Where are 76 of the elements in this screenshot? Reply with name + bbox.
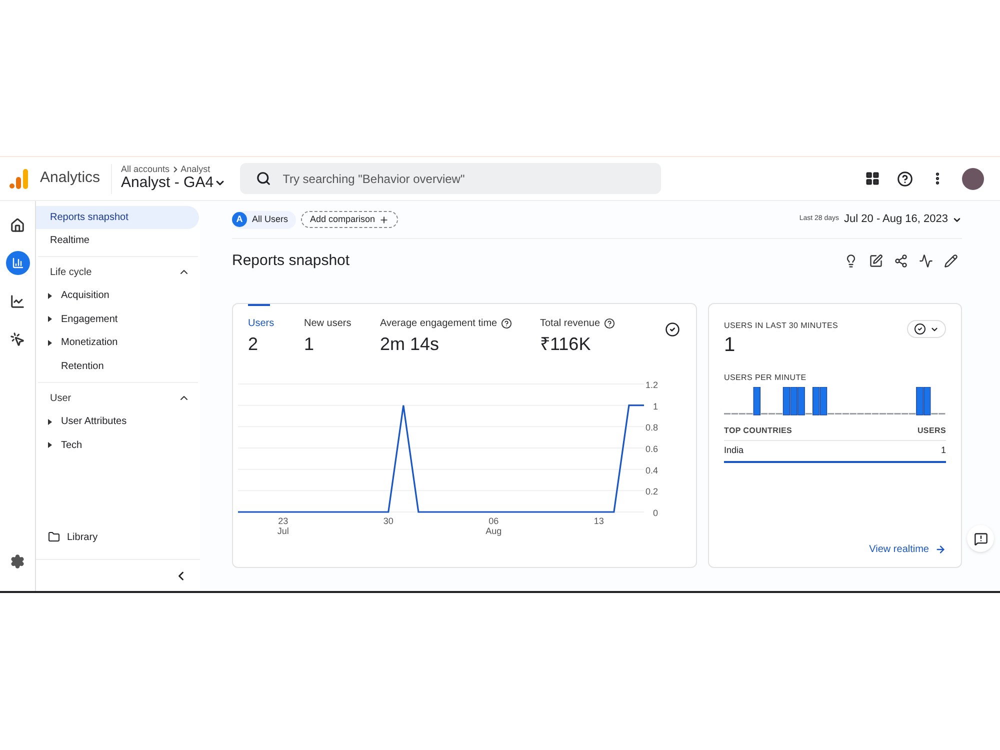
help-icon[interactable] bbox=[604, 318, 616, 329]
pencil-icon[interactable] bbox=[944, 254, 958, 268]
home-icon bbox=[10, 218, 25, 232]
check-circle-icon[interactable] bbox=[665, 322, 680, 337]
column-header: TOP COUNTRIES bbox=[724, 425, 792, 437]
nav-item[interactable]: Monetization bbox=[61, 335, 118, 350]
segment-label: All Users bbox=[252, 212, 288, 226]
property-selector[interactable]: Analyst - GA4 bbox=[121, 174, 226, 192]
lightbulb-icon[interactable] bbox=[844, 254, 858, 268]
page-title: Reports snapshot bbox=[232, 250, 350, 271]
avatar[interactable] bbox=[962, 168, 984, 190]
arrow-right-icon bbox=[935, 544, 946, 555]
nav-item[interactable]: Tech bbox=[61, 438, 82, 453]
search-icon bbox=[256, 171, 271, 186]
expand-arrow-icon[interactable] bbox=[47, 418, 53, 426]
nav-item[interactable]: Engagement bbox=[61, 312, 118, 327]
expand-arrow-icon[interactable] bbox=[47, 441, 53, 450]
help-icon[interactable] bbox=[897, 170, 913, 186]
folder-icon bbox=[48, 531, 60, 543]
y-tick-label: 0.4 bbox=[645, 464, 658, 475]
y-tick-label: 0.2 bbox=[645, 486, 658, 496]
expand-arrow-icon[interactable] bbox=[47, 338, 53, 347]
table-cell-text: India bbox=[724, 444, 744, 457]
logo-icon bbox=[9, 168, 29, 190]
nav-item[interactable]: Reports snapshot bbox=[36, 206, 199, 229]
nav-section-header[interactable]: Life cycle bbox=[38, 260, 198, 284]
metric-tab[interactable]: Average engagement time 2m 14s bbox=[380, 304, 540, 356]
edit-icon[interactable] bbox=[869, 254, 883, 268]
segment-badge: A bbox=[232, 212, 247, 227]
plus-icon bbox=[379, 214, 390, 224]
metric-tab[interactable]: Total revenue ₹116K bbox=[540, 304, 660, 356]
metric-tab[interactable]: New users 1 bbox=[304, 304, 380, 356]
add-comparison-button[interactable]: Add comparison bbox=[301, 211, 398, 228]
metric-tab[interactable]: Users 2 bbox=[248, 304, 304, 356]
bar-chart-icon bbox=[12, 257, 24, 269]
nav-section-header[interactable]: User bbox=[38, 386, 198, 410]
minute-bar bbox=[753, 387, 760, 416]
nav-item[interactable]: Realtime bbox=[36, 229, 199, 252]
y-tick-label: 0.8 bbox=[645, 422, 658, 432]
feedback-button[interactable] bbox=[967, 525, 994, 552]
y-tick-label: 1 bbox=[652, 400, 658, 411]
nav-item[interactable]: User Attributes bbox=[61, 414, 127, 430]
column-header: USERS bbox=[917, 425, 946, 437]
expand-arrow-icon[interactable] bbox=[47, 315, 53, 324]
y-tick-label: 0.6 bbox=[645, 444, 658, 454]
x-tick-label: 23 Jul bbox=[277, 516, 289, 536]
zigzag-icon[interactable] bbox=[919, 254, 933, 268]
help-icon[interactable] bbox=[501, 318, 512, 329]
nav-item[interactable]: Retention bbox=[61, 358, 104, 374]
expand-arrow-icon[interactable] bbox=[47, 292, 53, 300]
y-tick-label: 1.2 bbox=[645, 380, 658, 390]
compare-dropdown[interactable] bbox=[907, 320, 946, 338]
view-realtime-link[interactable]: View realtime bbox=[869, 542, 946, 557]
app-name: Analytics bbox=[40, 168, 100, 188]
apps-grid-icon[interactable] bbox=[865, 171, 880, 186]
check-circle-icon bbox=[914, 323, 926, 335]
share-icon[interactable] bbox=[894, 254, 908, 268]
cursor-click-icon bbox=[10, 332, 25, 346]
table-cell-text: 1 bbox=[940, 444, 946, 457]
segment-chip[interactable]: A All Users bbox=[232, 210, 296, 228]
date-range-picker[interactable]: Jul 20 - Aug 16, 2023 bbox=[844, 211, 962, 228]
library-link[interactable]: Library bbox=[67, 530, 98, 544]
realtime-value: 1 bbox=[724, 335, 736, 355]
nav-item[interactable]: Acquisition bbox=[61, 288, 110, 304]
settings-icon[interactable] bbox=[10, 554, 25, 569]
per-minute-label: USERS PER MINUTE bbox=[724, 372, 808, 384]
x-tick-label: 30 bbox=[383, 516, 394, 526]
realtime-title: USERS IN LAST 30 MINUTES bbox=[724, 320, 838, 332]
x-tick-label: 06 Aug bbox=[486, 516, 502, 536]
line-chart-icon bbox=[10, 294, 25, 308]
x-tick-label: 13 bbox=[594, 516, 604, 526]
y-tick-label: 0 bbox=[652, 508, 658, 518]
breadcrumb-link[interactable]: Analyst bbox=[180, 164, 210, 174]
minute-baseline bbox=[805, 413, 812, 414]
feedback-icon bbox=[974, 532, 988, 546]
breadcrumb-link[interactable]: All accounts bbox=[121, 164, 170, 174]
